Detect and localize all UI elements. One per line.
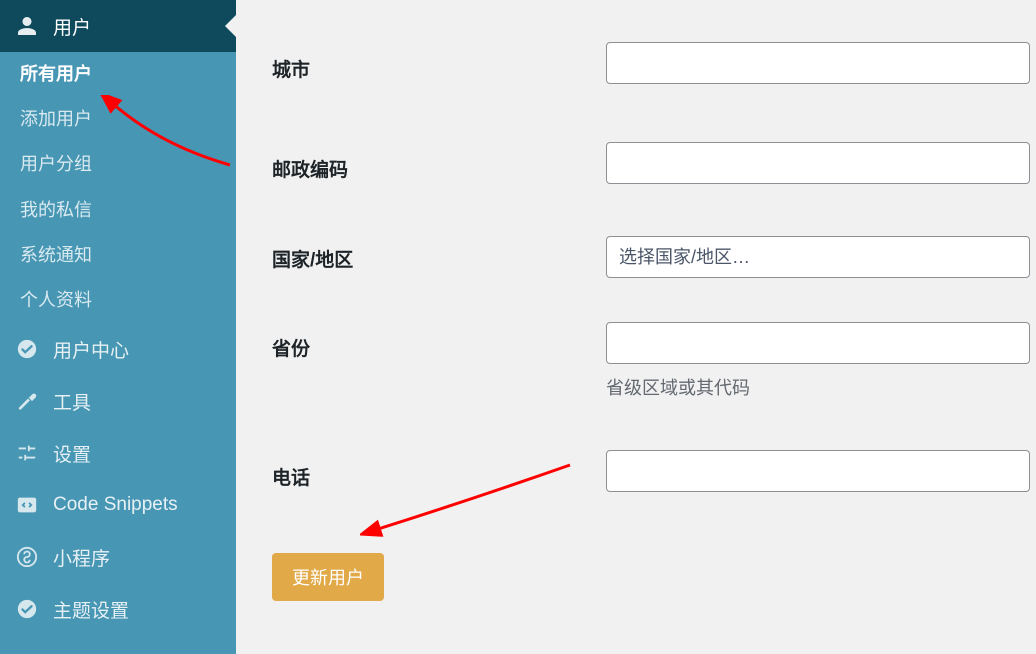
city-label: 城市 xyxy=(272,55,310,82)
country-label: 国家/地区 xyxy=(272,245,353,272)
menu-user-center-label: 用户中心 xyxy=(53,336,224,363)
menu-theme-settings-label: 主题设置 xyxy=(53,596,224,623)
submenu-users: 所有用户 添加用户 用户分组 我的私信 系统通知 个人资料 xyxy=(0,52,236,323)
main-content: 城市 邮政编码 国家/地区 选择国家/地区… 省份 省级区域或其代码 电话 更新… xyxy=(236,0,1036,654)
menu-code-snippets[interactable]: Code Snippets xyxy=(0,479,236,531)
submenu-add-user[interactable]: 添加用户 xyxy=(0,97,236,142)
user-icon xyxy=(15,14,39,38)
province-help: 省级区域或其代码 xyxy=(606,374,1036,400)
wrench-icon xyxy=(15,389,39,413)
sliders-icon xyxy=(15,441,39,465)
admin-sidebar: 用户 所有用户 添加用户 用户分组 我的私信 系统通知 个人资料 用户中心 工具… xyxy=(0,0,236,654)
menu-tools[interactable]: 工具 xyxy=(0,375,236,427)
menu-users-label: 用户 xyxy=(53,13,224,40)
checkmark-circle-icon xyxy=(15,337,39,361)
update-user-button[interactable]: 更新用户 xyxy=(272,553,384,601)
submenu-profile[interactable]: 个人资料 xyxy=(0,278,236,323)
link-icon xyxy=(15,545,39,569)
postcode-label: 邮政编码 xyxy=(272,155,348,182)
menu-miniapp-label: 小程序 xyxy=(53,544,224,571)
city-input[interactable] xyxy=(606,42,1030,84)
province-label: 省份 xyxy=(272,334,310,361)
menu-settings-label: 设置 xyxy=(53,440,224,467)
submenu-user-groups[interactable]: 用户分组 xyxy=(0,142,236,187)
checkmark-circle-icon xyxy=(15,597,39,621)
phone-input[interactable] xyxy=(606,450,1030,492)
submenu-private-messages[interactable]: 我的私信 xyxy=(0,188,236,233)
submenu-all-users[interactable]: 所有用户 xyxy=(0,52,236,97)
submenu-system-notice[interactable]: 系统通知 xyxy=(0,233,236,278)
postcode-input[interactable] xyxy=(606,142,1030,184)
phone-label: 电话 xyxy=(272,463,310,490)
menu-tools-label: 工具 xyxy=(53,388,224,415)
menu-theme-settings[interactable]: 主题设置 xyxy=(0,583,236,635)
menu-user-center[interactable]: 用户中心 xyxy=(0,323,236,375)
province-input[interactable] xyxy=(606,322,1030,364)
menu-miniapp[interactable]: 小程序 xyxy=(0,531,236,583)
menu-settings[interactable]: 设置 xyxy=(0,427,236,479)
menu-users[interactable]: 用户 xyxy=(0,0,236,52)
menu-code-snippets-label: Code Snippets xyxy=(53,494,224,516)
code-icon xyxy=(15,493,39,517)
country-select[interactable]: 选择国家/地区… xyxy=(606,236,1030,278)
